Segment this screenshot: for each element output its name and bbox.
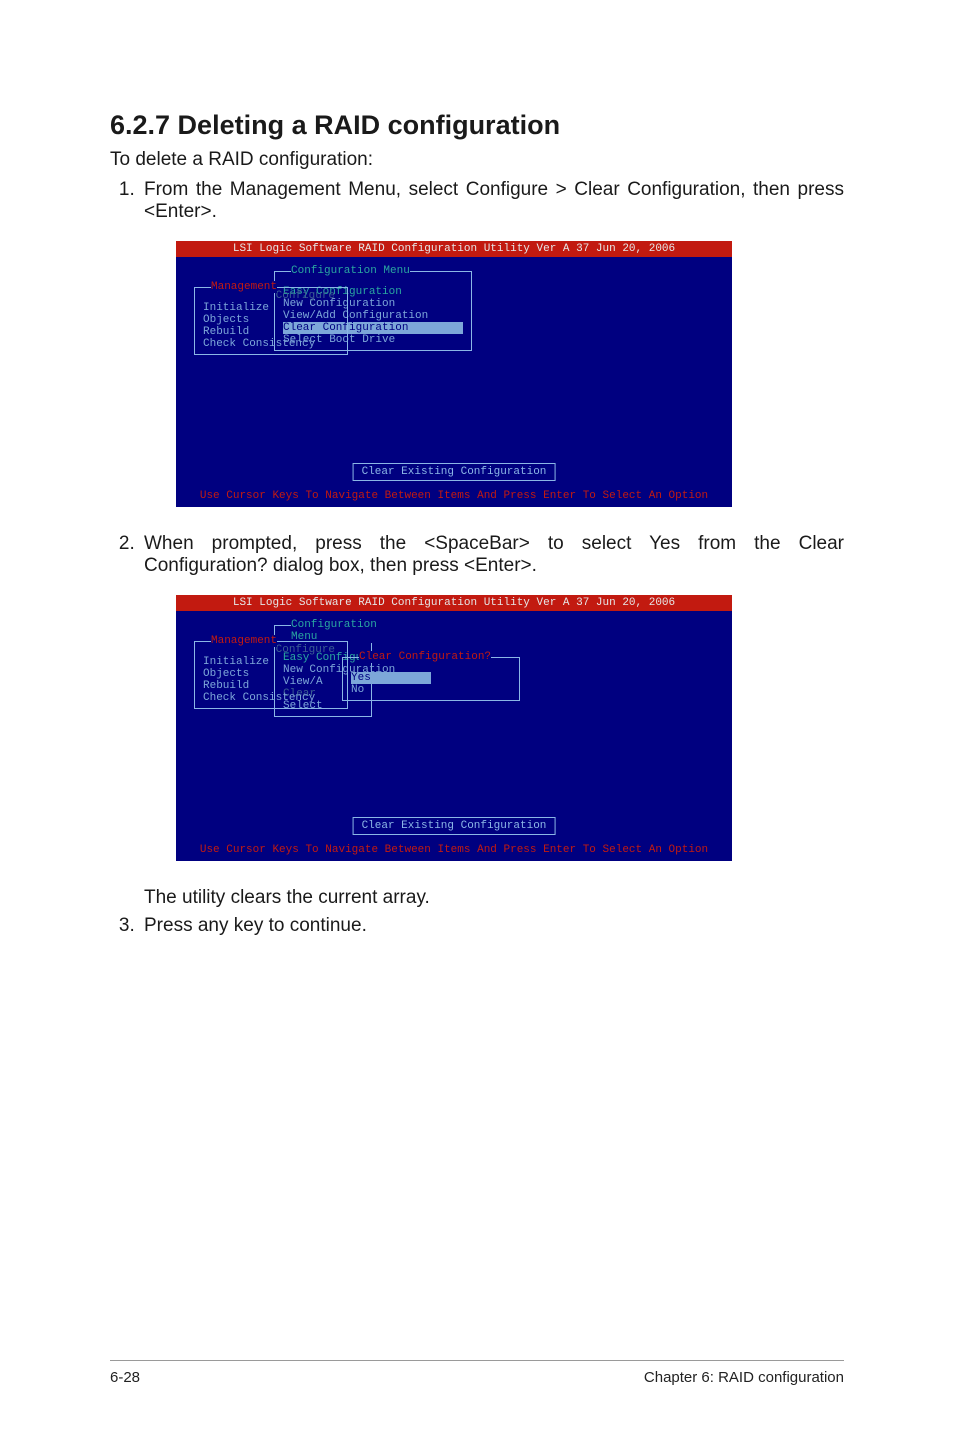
step-2: When prompted, press the <SpaceBar> to s… (140, 533, 844, 909)
bios-title-bar-2: LSI Logic Software RAID Configuration Ut… (176, 595, 732, 611)
management-menu-2: Management Configure Initialize Objects … (194, 641, 348, 709)
step-3-text: Press any key to continue. (144, 915, 844, 937)
hint-bar-2: Use Cursor Keys To Navigate Between Item… (176, 843, 732, 857)
management-menu: Management Configure Initialize Objects … (194, 287, 348, 355)
steps-list: From the Management Menu, select Configu… (110, 179, 844, 937)
mgmt-item-objects[interactable]: Objects (203, 314, 249, 326)
step-2b-text: The utility clears the current array. (144, 887, 844, 909)
configuration-menu-title: Configuration Menu (291, 265, 410, 277)
mgmt2-item-initialize[interactable]: Initialize (203, 656, 269, 668)
bios-window: LSI Logic Software RAID Configuration Ut… (176, 241, 732, 507)
hint-bar: Use Cursor Keys To Navigate Between Item… (176, 489, 732, 503)
mgmt-item-configure[interactable]: Configure (276, 290, 335, 302)
management-menu-title-2: Management (211, 635, 277, 647)
configuration-menu-title-2: Configuration Menu (291, 619, 377, 643)
mgmt-item-check[interactable]: Check Consistency (203, 338, 315, 350)
mgmt-item-initialize[interactable]: Initialize (203, 302, 269, 314)
page-footer: 6-28 Chapter 6: RAID configuration (110, 1360, 844, 1386)
status-box-2: Clear Existing Configuration (353, 817, 556, 835)
management-menu-title: Management (211, 281, 277, 293)
mgmt2-item-rebuild[interactable]: Rebuild (203, 680, 249, 692)
mgmt2-item-check[interactable]: Check Consistency (203, 692, 315, 704)
bios-body-2: Configuration Menu Easy Configuration Ne… (176, 611, 732, 859)
footer-chapter: Chapter 6: RAID configuration (644, 1369, 844, 1386)
screenshot-1: LSI Logic Software RAID Configuration Ut… (176, 241, 844, 507)
mgmt-item-rebuild[interactable]: Rebuild (203, 326, 249, 338)
mgmt2-item-configure[interactable]: Configure (276, 644, 335, 656)
lead-paragraph: To delete a RAID configuration: (110, 149, 844, 171)
clear-config-dialog: Clear Configuration? Yes No (342, 657, 520, 701)
section-heading: 6.2.7 Deleting a RAID configuration (110, 110, 844, 141)
footer-page-number: 6-28 (110, 1369, 140, 1386)
dialog-no[interactable]: No (351, 684, 364, 696)
screenshot-2: LSI Logic Software RAID Configuration Ut… (176, 595, 844, 861)
step-1-text: From the Management Menu, select Configu… (144, 179, 844, 223)
bios-window-2: LSI Logic Software RAID Configuration Ut… (176, 595, 732, 861)
dialog-yes[interactable]: Yes (351, 672, 431, 684)
step-1: From the Management Menu, select Configu… (140, 179, 844, 507)
bios-body: Configuration Menu Easy Configuration Ne… (176, 257, 732, 505)
mgmt2-item-objects[interactable]: Objects (203, 668, 249, 680)
bios-title-bar: LSI Logic Software RAID Configuration Ut… (176, 241, 732, 257)
step-2-text: When prompted, press the <SpaceBar> to s… (144, 533, 844, 577)
page: 6.2.7 Deleting a RAID configuration To d… (0, 0, 954, 1438)
status-box: Clear Existing Configuration (353, 463, 556, 481)
dialog-title: Clear Configuration? (359, 651, 491, 663)
step-3: Press any key to continue. (140, 915, 844, 937)
